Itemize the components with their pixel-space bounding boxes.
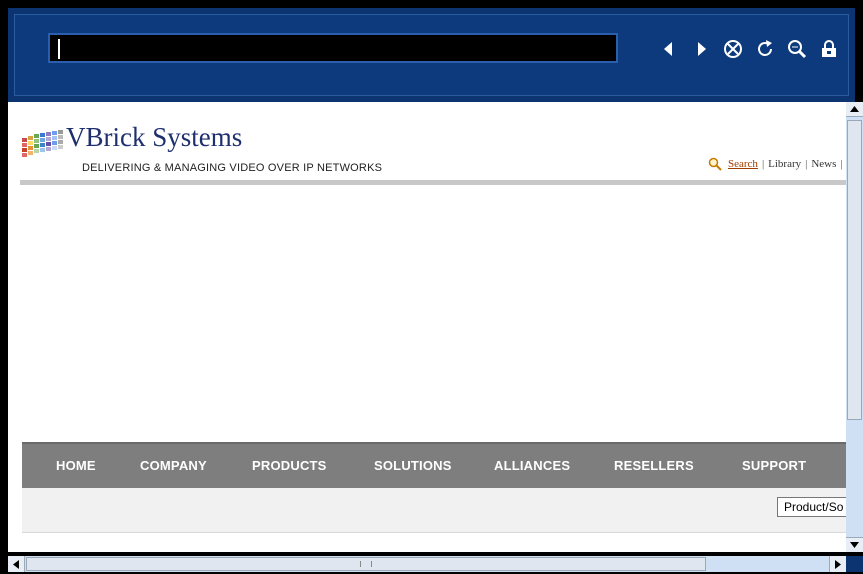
nav-company[interactable]: COMPANY (140, 458, 207, 473)
forward-icon[interactable] (688, 36, 714, 62)
arrow-left-icon (13, 559, 19, 569)
nav-alliances[interactable]: ALLIANCES (494, 458, 570, 473)
vertical-scrollbar[interactable] (846, 102, 863, 552)
arrow-up-icon (850, 106, 859, 112)
vertical-scroll-thumb[interactable] (847, 120, 862, 420)
header-divider (20, 180, 846, 185)
utility-links: Search | Library | News | (708, 157, 845, 171)
reload-icon[interactable] (752, 36, 778, 62)
scroll-right-button[interactable] (829, 556, 846, 572)
arrow-right-icon (835, 559, 841, 569)
link-separator: | (761, 158, 765, 170)
search-link[interactable]: Search (728, 158, 758, 170)
site-brand[interactable]: VBrick Systems (66, 122, 242, 153)
vbrick-logo (22, 130, 63, 157)
nav-home[interactable]: HOME (56, 458, 96, 473)
main-nav: HOME COMPANY PRODUCTS SOLUTIONS ALLIANCE… (22, 442, 846, 488)
nav-products[interactable]: PRODUCTS (252, 458, 327, 473)
horizontal-scrollbar[interactable] (8, 556, 846, 572)
horizontal-scroll-thumb[interactable] (26, 557, 706, 571)
zoom-icon[interactable] (784, 36, 810, 62)
link-separator: | (805, 158, 808, 170)
library-link[interactable]: Library (768, 158, 801, 170)
back-icon[interactable] (656, 36, 682, 62)
scroll-down-button[interactable] (846, 537, 863, 552)
browser-nav-controls (656, 36, 842, 62)
nav-support[interactable]: SUPPORT (742, 458, 806, 473)
text-caret (58, 39, 60, 59)
browser-toolbar (8, 8, 855, 102)
scroll-grip-icon (360, 561, 372, 567)
link-separator: | (840, 158, 843, 170)
lock-icon[interactable] (816, 36, 842, 62)
page-viewport: VBrick Systems DELIVERING & MANAGING VID… (8, 102, 846, 552)
url-input[interactable] (48, 33, 618, 63)
product-select[interactable]: Product/So (777, 497, 846, 517)
arrow-down-icon (850, 542, 859, 548)
nav-solutions[interactable]: SOLUTIONS (374, 458, 452, 473)
sub-toolbar (22, 488, 846, 533)
magnifier-icon (708, 157, 722, 171)
news-link[interactable]: News (811, 158, 836, 170)
site-tagline: DELIVERING & MANAGING VIDEO OVER IP NETW… (82, 162, 383, 174)
scrollbar-corner (846, 556, 863, 572)
nav-resellers[interactable]: RESELLERS (614, 458, 694, 473)
scroll-left-button[interactable] (8, 556, 25, 572)
stop-icon[interactable] (720, 36, 746, 62)
scroll-up-button[interactable] (846, 102, 863, 117)
